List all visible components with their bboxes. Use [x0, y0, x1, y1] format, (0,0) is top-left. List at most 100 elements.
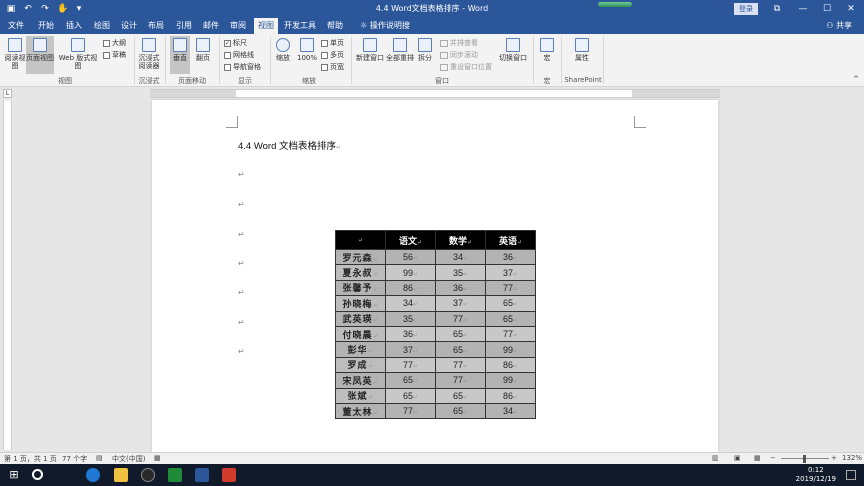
properties-button[interactable]: 属性: [570, 38, 594, 62]
score-cell[interactable]: 77↵: [385, 402, 436, 420]
name-cell[interactable]: 夏永叔↵: [335, 264, 386, 281]
word-taskbar-icon[interactable]: [195, 468, 209, 482]
tab-insert[interactable]: 插入: [60, 18, 88, 34]
score-cell[interactable]: 77↵: [485, 325, 536, 343]
tab-layout[interactable]: 布局: [143, 18, 169, 34]
paragraph-mark[interactable]: ↵: [238, 347, 245, 356]
score-cell[interactable]: 99↵: [385, 264, 436, 281]
read-mode-view-icon[interactable]: ▥: [712, 454, 719, 462]
one-page-button[interactable]: 单页: [321, 38, 344, 48]
score-cell[interactable]: 65↵: [385, 372, 436, 389]
web-layout-button[interactable]: Web 版式视图: [56, 38, 100, 70]
arrange-all-button[interactable]: 全部重排: [385, 38, 415, 62]
zoom-100-button[interactable]: 100%: [296, 38, 318, 62]
paragraph-mark[interactable]: ↵: [238, 259, 245, 268]
tab-design[interactable]: 设计: [116, 18, 142, 34]
outline-button[interactable]: 大纲: [103, 38, 126, 48]
score-cell[interactable]: 65↵: [485, 295, 536, 312]
score-cell[interactable]: 34↵: [485, 402, 536, 420]
score-cell[interactable]: 86↵: [485, 387, 536, 404]
score-cell[interactable]: 65↵: [485, 310, 536, 327]
gridlines-checkbox[interactable]: 网格线: [224, 50, 254, 60]
web-layout-view-icon[interactable]: ▦: [754, 454, 761, 462]
touch-mode-icon[interactable]: ✋: [57, 4, 68, 14]
ribbon-display-icon[interactable]: ⧉: [764, 0, 790, 18]
name-cell[interactable]: 罗元森↵: [335, 248, 386, 266]
name-cell[interactable]: 武英瑛↵: [335, 310, 386, 327]
macros-button[interactable]: 宏: [537, 38, 557, 62]
ruler-checkbox[interactable]: ✓ 标尺: [224, 38, 247, 48]
minimize-button[interactable]: —: [790, 0, 816, 18]
zoom-slider-thumb[interactable]: [803, 455, 806, 463]
name-cell[interactable]: 孙晓梅↵: [335, 295, 386, 312]
recorder-icon[interactable]: [222, 468, 236, 482]
edge-browser-icon[interactable]: [86, 468, 100, 482]
share-button[interactable]: ⚇ 共享: [826, 18, 852, 34]
tab-file[interactable]: 文件: [4, 18, 28, 34]
score-cell[interactable]: 65↵: [385, 387, 436, 404]
header-cell[interactable]: ↵: [335, 230, 386, 250]
tab-view[interactable]: 视图: [254, 18, 278, 34]
score-cell[interactable]: 99↵: [485, 372, 536, 389]
tab-help[interactable]: 帮助: [323, 18, 347, 34]
search-icon[interactable]: [32, 469, 43, 480]
proofing-icon[interactable]: ▤: [96, 454, 103, 462]
name-cell[interactable]: 张斌↵: [335, 387, 386, 404]
tab-draw[interactable]: 绘图: [88, 18, 116, 34]
camtasia-icon[interactable]: [168, 468, 182, 482]
document-heading[interactable]: 4.4 Word 文档表格排序↵: [238, 138, 341, 152]
score-cell[interactable]: 86↵: [485, 356, 536, 374]
score-cell[interactable]: 35↵: [435, 264, 486, 281]
windows-start-icon[interactable]: ⊞: [7, 468, 21, 482]
close-button[interactable]: ✕: [838, 0, 864, 18]
name-cell[interactable]: 罗成↵: [335, 356, 386, 374]
zoom-out-button[interactable]: −: [770, 454, 776, 462]
score-cell[interactable]: 35↵: [385, 310, 436, 327]
read-mode-button[interactable]: 阅读视图: [4, 38, 26, 70]
tab-home[interactable]: 开始: [32, 18, 60, 34]
name-cell[interactable]: 宋凤英↵: [335, 372, 386, 389]
split-button[interactable]: 拆分: [415, 38, 435, 62]
page-count[interactable]: 第 1 页，共 1 页: [4, 454, 57, 464]
name-cell[interactable]: 董太林↵: [335, 402, 386, 420]
navigation-pane-checkbox[interactable]: 导航窗格: [224, 62, 261, 72]
score-cell[interactable]: 37↵: [435, 295, 486, 312]
paragraph-mark[interactable]: ↵: [238, 200, 245, 209]
maximize-button[interactable]: ☐: [814, 0, 840, 18]
reset-window-position-button[interactable]: 重设窗口位置: [440, 62, 492, 72]
paragraph-mark[interactable]: ↵: [238, 288, 245, 297]
score-cell[interactable]: 56↵: [385, 248, 436, 266]
score-cell[interactable]: 99↵: [485, 341, 536, 358]
vertical-button[interactable]: 垂直: [170, 36, 190, 74]
score-cell[interactable]: 36↵: [485, 248, 536, 266]
score-cell[interactable]: 37↵: [385, 341, 436, 358]
paragraph-mark[interactable]: ↵: [238, 318, 245, 327]
customize-qat-icon[interactable]: ▾: [74, 4, 84, 14]
score-cell[interactable]: 77↵: [385, 356, 436, 374]
view-side-by-side-button[interactable]: 并排查看: [440, 38, 478, 48]
multiple-pages-button[interactable]: 多页: [321, 50, 344, 60]
redo-icon[interactable]: ↷: [40, 4, 50, 14]
name-cell[interactable]: 张馨予↵: [335, 279, 386, 297]
score-cell[interactable]: 65↵: [435, 402, 486, 420]
score-table[interactable]: ↵ 语文↵ 数学↵ 英语↵ 罗元森↵ 56↵ 34↵ 36↵ 夏永叔↵ 99↵ 35↵ 37…: [335, 230, 536, 420]
score-cell[interactable]: 65↵: [435, 387, 486, 404]
score-cell[interactable]: 77↵: [435, 356, 486, 374]
system-clock[interactable]: 0:12 2019/12/19: [796, 466, 836, 484]
tab-mailings[interactable]: 邮件: [198, 18, 224, 34]
app-icon[interactable]: [141, 468, 155, 482]
tab-developer[interactable]: 开发工具: [282, 18, 318, 34]
score-cell[interactable]: 36↵: [435, 279, 486, 297]
print-layout-view-icon[interactable]: ▣: [734, 454, 741, 462]
header-cell[interactable]: 数学↵: [435, 230, 486, 250]
file-explorer-icon[interactable]: [114, 468, 128, 482]
name-cell[interactable]: 付晓晨↵: [335, 325, 386, 343]
zoom-level[interactable]: 132%: [842, 454, 862, 462]
zoom-in-button[interactable]: +: [831, 454, 837, 462]
side-to-side-button[interactable]: 翻页: [193, 38, 213, 62]
score-cell[interactable]: 77↵: [435, 310, 486, 327]
tab-review[interactable]: 审阅: [225, 18, 251, 34]
draft-button[interactable]: 草稿: [103, 50, 126, 60]
tell-me-search[interactable]: ☼ 操作说明搜索: [357, 18, 413, 46]
vertical-ruler[interactable]: [3, 100, 12, 450]
